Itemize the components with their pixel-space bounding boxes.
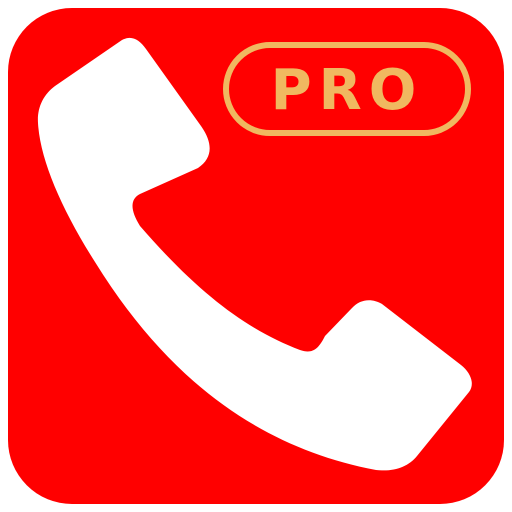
pro-badge-label: PRO — [271, 58, 424, 123]
app-icon: PRO — [8, 8, 504, 504]
